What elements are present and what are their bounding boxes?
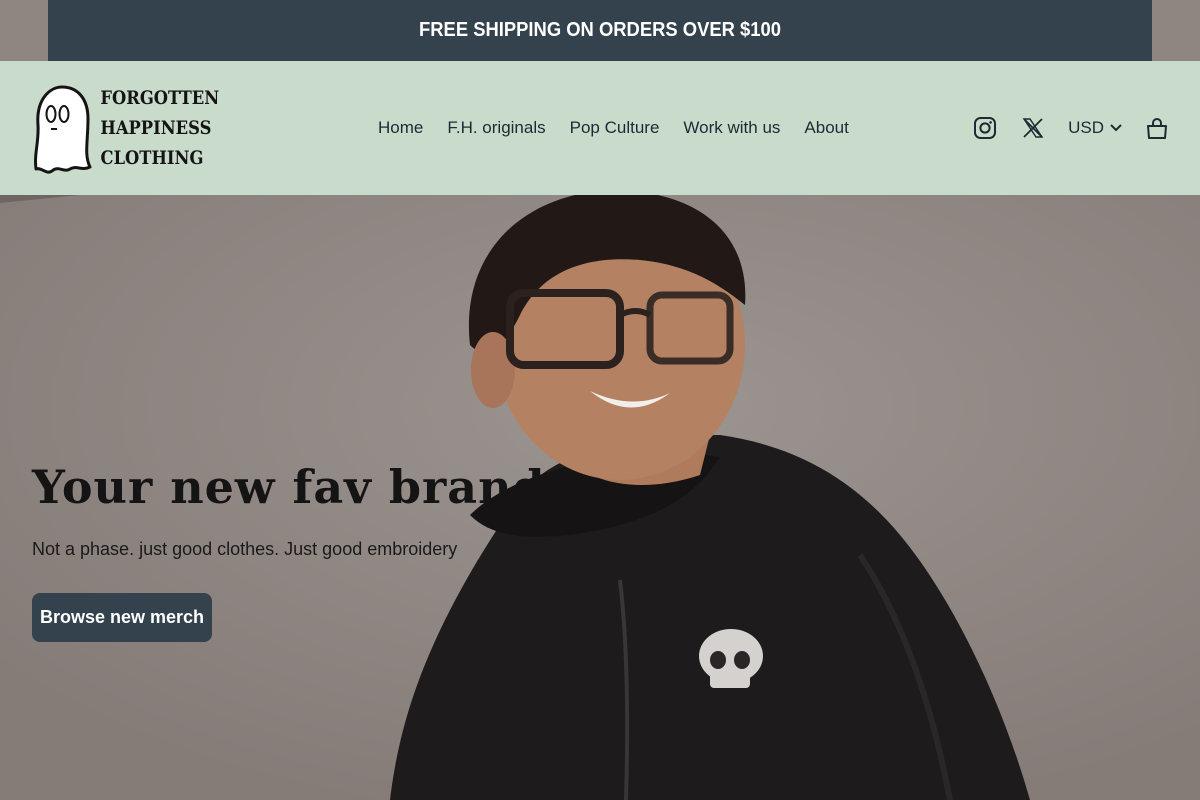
currency-selector[interactable]: USD <box>1068 118 1122 138</box>
logo-line: HAPPINESS <box>100 117 212 139</box>
announcement-text: FREE SHIPPING ON ORDERS OVER $100 <box>419 19 781 41</box>
ghost-icon <box>34 85 92 174</box>
main-nav: Home F.H. originals Pop Culture Work wit… <box>378 61 849 195</box>
logo-line: FORGOTTEN <box>100 87 220 109</box>
nav-item-work-with-us[interactable]: Work with us <box>672 112 791 144</box>
logo-line: CLOTHING <box>100 147 204 169</box>
instagram-link[interactable] <box>972 115 998 141</box>
hero-title: Your new fav brand <box>32 460 546 514</box>
logo[interactable]: FORGOTTEN HAPPINESS CLOTHING <box>30 83 220 175</box>
x-icon <box>1022 118 1044 138</box>
instagram-icon <box>974 117 997 139</box>
site-header: FORGOTTEN HAPPINESS CLOTHING Home F.H. o… <box>0 61 1200 195</box>
logo-wordmark: FORGOTTEN HAPPINESS CLOTHING <box>92 83 220 173</box>
currency-value: USD <box>1068 118 1104 137</box>
hero-subtitle: Not a phase. just good clothes. Just goo… <box>32 539 458 559</box>
header-actions: USD <box>972 61 1170 195</box>
hero-banner: Your new fav brand Not a phase. just goo… <box>0 195 1200 800</box>
nav-item-fh-originals[interactable]: F.H. originals <box>436 112 556 144</box>
chevron-down-icon <box>1110 124 1122 132</box>
hero-content: Your new fav brand Not a phase. just goo… <box>32 457 552 642</box>
cart-button[interactable] <box>1144 115 1170 141</box>
announcement-bar: FREE SHIPPING ON ORDERS OVER $100 <box>48 0 1152 61</box>
nav-item-about[interactable]: About <box>793 112 859 144</box>
browse-new-merch-button[interactable]: Browse new merch <box>32 593 212 642</box>
nav-item-pop-culture[interactable]: Pop Culture <box>559 112 671 144</box>
nav-item-home[interactable]: Home <box>367 112 434 144</box>
cart-icon <box>1147 118 1167 139</box>
x-link[interactable] <box>1020 115 1046 141</box>
